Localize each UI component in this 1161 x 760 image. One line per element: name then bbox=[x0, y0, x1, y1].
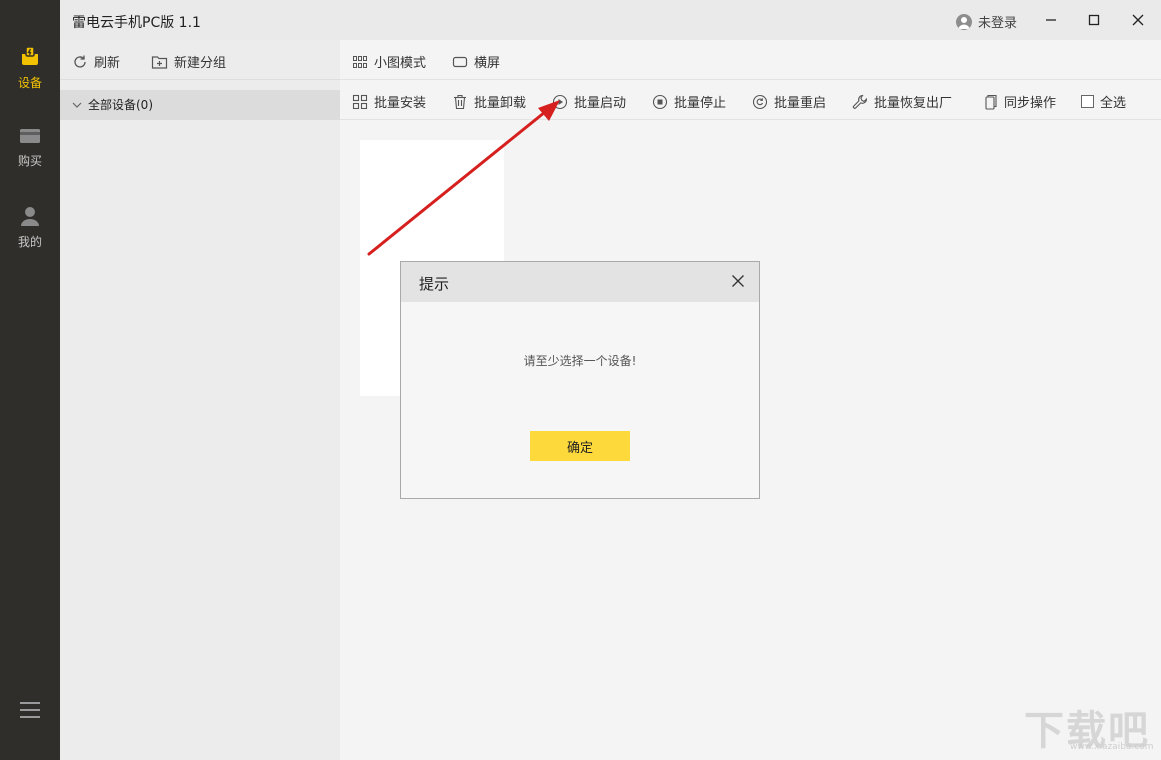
grid-icon bbox=[352, 54, 368, 70]
small-mode-button[interactable]: 小图模式 bbox=[352, 52, 426, 71]
minimize-icon[interactable] bbox=[1041, 10, 1061, 30]
refresh-button[interactable]: 刷新 bbox=[72, 52, 120, 71]
avatar-icon bbox=[956, 14, 972, 30]
new-group-label: 新建分组 bbox=[174, 52, 226, 71]
refresh-icon bbox=[72, 54, 88, 70]
batch-stop-label: 批量停止 bbox=[674, 92, 726, 111]
watermark-url: www.xiazaiba.com bbox=[1070, 742, 1154, 752]
nav-item-label: 设备 bbox=[18, 76, 42, 90]
chevron-down-icon bbox=[72, 100, 82, 110]
group-all-devices[interactable]: 全部设备(0) bbox=[60, 90, 340, 120]
restart-icon bbox=[752, 94, 768, 110]
nav-item-devices[interactable]: 设备 bbox=[0, 44, 60, 104]
annotation-arrow bbox=[360, 90, 570, 260]
login-status[interactable]: 未登录 bbox=[956, 12, 1017, 31]
batch-stop-button[interactable]: 批量停止 bbox=[652, 92, 726, 111]
new-group-button[interactable]: 新建分组 bbox=[151, 52, 226, 71]
refresh-label: 刷新 bbox=[94, 52, 120, 71]
user-icon bbox=[19, 205, 41, 227]
group-panel: 刷新 新建分组 全部设备(0) bbox=[60, 40, 340, 760]
landscape-button[interactable]: 横屏 bbox=[452, 52, 500, 71]
sync-operation-button[interactable]: 同步操作 bbox=[982, 92, 1056, 111]
nav-item-label: 购买 bbox=[18, 154, 42, 168]
view-toolbar: 小图模式 横屏 bbox=[340, 40, 1161, 80]
watermark-logo: 下载吧 bbox=[1024, 698, 1154, 748]
ok-button[interactable]: 确定 bbox=[530, 431, 630, 461]
maximize-icon[interactable] bbox=[1084, 10, 1104, 30]
close-icon[interactable] bbox=[731, 274, 745, 288]
sync-operation-label: 同步操作 bbox=[1004, 92, 1056, 111]
close-icon[interactable] bbox=[1128, 10, 1148, 30]
group-toolbar: 刷新 新建分组 bbox=[60, 40, 340, 80]
card-icon bbox=[19, 126, 41, 146]
wrench-icon bbox=[852, 94, 868, 110]
folder-add-icon bbox=[151, 54, 168, 70]
group-label: 全部设备(0) bbox=[88, 98, 153, 112]
batch-restart-label: 批量重启 bbox=[774, 92, 826, 111]
dialog-header: 提示 bbox=[401, 262, 759, 302]
device-icon bbox=[18, 44, 42, 68]
batch-start-label: 批量启动 bbox=[574, 92, 626, 111]
nav-item-label: 我的 bbox=[18, 235, 42, 249]
login-label: 未登录 bbox=[978, 16, 1017, 31]
checkbox-box[interactable] bbox=[1081, 95, 1094, 108]
app-title: 雷电云手机PC版 1.1 bbox=[72, 12, 201, 32]
batch-factory-reset-button[interactable]: 批量恢复出厂 bbox=[852, 92, 952, 111]
batch-factory-reset-label: 批量恢复出厂 bbox=[874, 92, 952, 111]
landscape-icon bbox=[452, 54, 468, 70]
dialog-title: 提示 bbox=[419, 273, 449, 294]
title-bar: 雷电云手机PC版 1.1 未登录 bbox=[60, 0, 1161, 40]
nav-item-mine[interactable]: 我的 bbox=[0, 205, 60, 265]
landscape-label: 横屏 bbox=[474, 52, 500, 71]
select-all-checkbox[interactable]: 全选 bbox=[1081, 92, 1126, 111]
sync-phone-icon bbox=[982, 94, 998, 110]
alert-dialog: 提示 请至少选择一个设备! 确定 bbox=[400, 261, 760, 499]
main-nav: 设备 购买 我的 bbox=[0, 0, 60, 760]
select-all-label: 全选 bbox=[1100, 92, 1126, 111]
dialog-message: 请至少选择一个设备! bbox=[401, 352, 759, 369]
hamburger-icon[interactable] bbox=[20, 702, 40, 720]
batch-restart-button[interactable]: 批量重启 bbox=[752, 92, 826, 111]
stop-circle-icon bbox=[652, 94, 668, 110]
nav-item-purchase[interactable]: 购买 bbox=[0, 126, 60, 186]
small-mode-label: 小图模式 bbox=[374, 52, 426, 71]
